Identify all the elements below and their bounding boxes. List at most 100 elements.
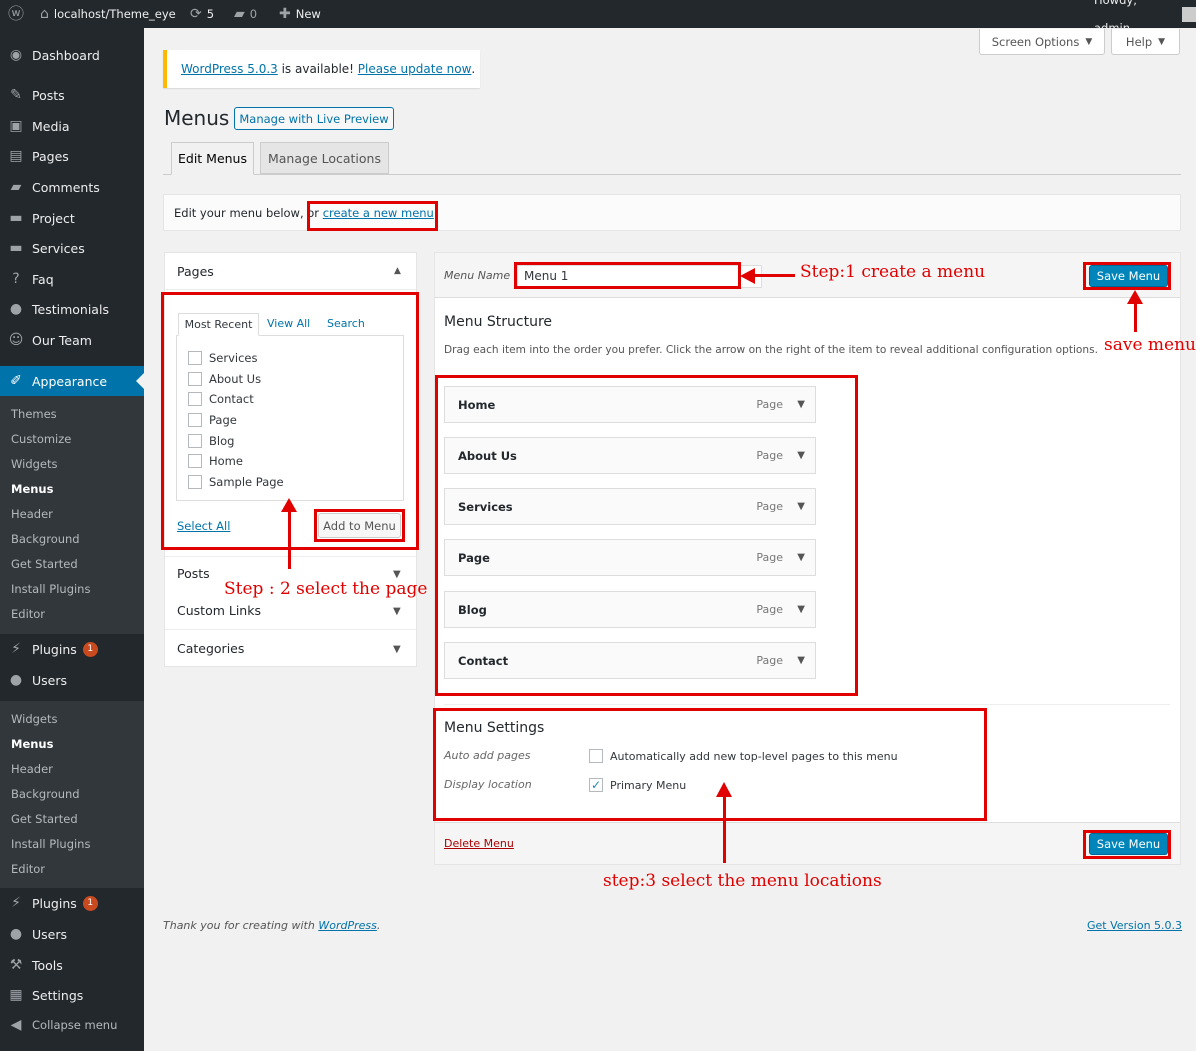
menu-name-label: Menu Name xyxy=(444,269,511,282)
user-icon: ● xyxy=(9,672,23,688)
sidebar-item-plugins[interactable]: ⚡ Plugins 1 xyxy=(0,634,144,664)
get-version-link[interactable]: Get Version 5.0.3 xyxy=(1087,919,1182,932)
annotation-arrow-step2 xyxy=(288,505,291,569)
highlight-menu-structure xyxy=(435,375,858,696)
plugin-icon: ⚡ xyxy=(11,641,21,657)
media-icon: ▣ xyxy=(9,118,23,134)
annotation-step2: Step : 2 select the page xyxy=(224,579,428,599)
submenu-themes[interactable]: Themes xyxy=(11,407,57,421)
plus-icon: ✚ xyxy=(279,6,291,22)
sidebar-item-project[interactable]: ▬ Project xyxy=(0,203,144,233)
highlight-menu-settings xyxy=(433,708,987,821)
submenu-install-plugins[interactable]: Install Plugins xyxy=(11,837,90,851)
divider xyxy=(444,704,1170,705)
sidebar-item-services[interactable]: ▬ Services xyxy=(0,233,144,263)
accordion-posts[interactable]: Posts xyxy=(177,566,210,581)
account-link[interactable]: Howdy, admin xyxy=(1094,0,1196,35)
arrow-head-icon xyxy=(740,268,755,284)
sidebar-item-comments[interactable]: ▰ Comments xyxy=(0,172,144,202)
submenu-install-plugins[interactable]: Install Plugins xyxy=(11,582,90,596)
arrow-head-icon xyxy=(716,782,732,797)
sidebar-item-posts[interactable]: ✎ Posts xyxy=(0,80,144,110)
user-icon: ● xyxy=(9,926,23,942)
pin-icon: ✎ xyxy=(10,87,22,103)
submenu-customize[interactable]: Customize xyxy=(11,432,71,446)
collapse-menu[interactable]: ◀ Collapse menu xyxy=(0,1010,144,1040)
highlight-save-bottom xyxy=(1083,830,1171,859)
new-content-link[interactable]: ✚ New xyxy=(279,0,321,28)
submenu-get-started[interactable]: Get Started xyxy=(11,812,78,826)
plugins-badge: 1 xyxy=(82,895,98,911)
submenu-widgets[interactable]: Widgets xyxy=(11,457,58,471)
submenu-background[interactable]: Background xyxy=(11,532,80,546)
tab-most-recent[interactable]: Most Recent xyxy=(178,313,259,336)
admin-sidebar: ◉ Dashboard ✎ Posts ▣ Media ▤ Pages ▰ Comment… xyxy=(0,28,144,1051)
highlight-menu-name xyxy=(514,262,741,289)
sidebar-item-users[interactable]: ● Users xyxy=(0,665,144,695)
collapse-icon: ◀ xyxy=(10,1017,22,1033)
caret-down-icon: ▼ xyxy=(1085,36,1093,47)
caret-down-icon[interactable]: ▼ xyxy=(393,644,401,655)
tabs-divider xyxy=(163,174,1181,175)
sidebar-item-faq[interactable]: ? Faq xyxy=(0,264,144,294)
site-link[interactable]: ⌂ localhost/Theme_eye xyxy=(40,0,176,28)
delete-menu-link[interactable]: Delete Menu xyxy=(444,837,514,850)
annotation-arrow-step1 xyxy=(753,274,795,277)
caret-down-icon[interactable]: ▼ xyxy=(393,606,401,617)
screen-options-button[interactable]: Screen Options ▼ xyxy=(979,29,1105,55)
submenu-background[interactable]: Background xyxy=(11,787,80,801)
submenu-header[interactable]: Header xyxy=(11,762,53,776)
submenu-menus[interactable]: Menus xyxy=(11,482,53,496)
question-icon: ? xyxy=(12,271,20,287)
folder-icon: ▬ xyxy=(9,210,23,226)
live-preview-button[interactable]: Manage with Live Preview xyxy=(234,107,394,130)
comments-link[interactable]: ▰ 0 xyxy=(234,0,257,28)
submenu-editor[interactable]: Editor xyxy=(11,862,45,876)
highlight-add-to-menu xyxy=(314,509,405,542)
comment-icon: ▰ xyxy=(234,6,245,22)
sidebar-item-dashboard[interactable]: ◉ Dashboard xyxy=(0,40,144,70)
admin-bar: ⓦ ⌂ localhost/Theme_eye ⟳ 5 ▰ 0 ✚ New Howdy,… xyxy=(0,0,1196,35)
submenu-get-started[interactable]: Get Started xyxy=(11,557,78,571)
pages-box-title[interactable]: Pages xyxy=(177,264,214,279)
submenu-editor[interactable]: Editor xyxy=(11,607,45,621)
help-button[interactable]: Help ▼ xyxy=(1111,29,1180,55)
sidebar-item-users-2[interactable]: ● Users xyxy=(0,919,144,949)
annotation-step3: step:3 select the menu locations xyxy=(603,871,882,891)
sidebar-item-our-team[interactable]: ☺ Our Team xyxy=(0,325,144,355)
annotation-save-menu: save menu xyxy=(1104,335,1196,355)
folder-icon: ▬ xyxy=(9,240,23,256)
sidebar-item-settings[interactable]: ▦ Settings xyxy=(0,980,144,1010)
caret-down-icon: ▼ xyxy=(1158,36,1166,47)
annotation-step1: Step:1 create a menu xyxy=(800,262,986,282)
sidebar-item-tools[interactable]: ⚒ Tools xyxy=(0,950,144,980)
refresh-icon: ⟳ xyxy=(190,6,202,22)
tab-manage-locations[interactable]: Manage Locations xyxy=(260,142,389,174)
caret-up-icon[interactable]: ▲ xyxy=(394,266,401,276)
submenu-header[interactable]: Header xyxy=(11,507,53,521)
submenu-widgets[interactable]: Widgets xyxy=(11,712,58,726)
home-icon: ⌂ xyxy=(40,6,49,22)
accordion-custom-links[interactable]: Custom Links xyxy=(177,603,261,618)
menu-footer xyxy=(435,822,1180,864)
accordion-categories[interactable]: Categories xyxy=(177,641,244,656)
version-link[interactable]: WordPress 5.0.3 xyxy=(181,62,278,76)
updates-link[interactable]: ⟳ 5 xyxy=(190,0,214,28)
brush-icon: ✐ xyxy=(10,373,22,389)
wordpress-link[interactable]: WordPress xyxy=(318,919,377,932)
update-notice: WordPress 5.0.3 is available! Please upd… xyxy=(163,50,480,88)
sidebar-item-media[interactable]: ▣ Media xyxy=(0,111,144,141)
update-now-link[interactable]: Please update now xyxy=(358,62,472,76)
tab-edit-menus[interactable]: Edit Menus xyxy=(171,142,254,175)
arrow-head-icon xyxy=(1127,290,1143,304)
pages-icon: ▤ xyxy=(9,148,23,164)
sidebar-item-appearance[interactable]: ✐ Appearance xyxy=(0,366,144,396)
sidebar-item-pages[interactable]: ▤ Pages xyxy=(0,141,144,171)
annotation-arrow-step3 xyxy=(723,793,726,863)
sidebar-item-testimonials[interactable]: ● Testimonials xyxy=(0,294,144,324)
submenu-menus[interactable]: Menus xyxy=(11,737,53,751)
team-icon: ☺ xyxy=(8,332,24,348)
wordpress-logo-icon[interactable]: ⓦ xyxy=(8,0,24,28)
sidebar-item-plugins-2[interactable]: ⚡ Plugins 1 xyxy=(0,888,144,918)
footer-thanks: Thank you for creating with WordPress. xyxy=(163,919,381,932)
